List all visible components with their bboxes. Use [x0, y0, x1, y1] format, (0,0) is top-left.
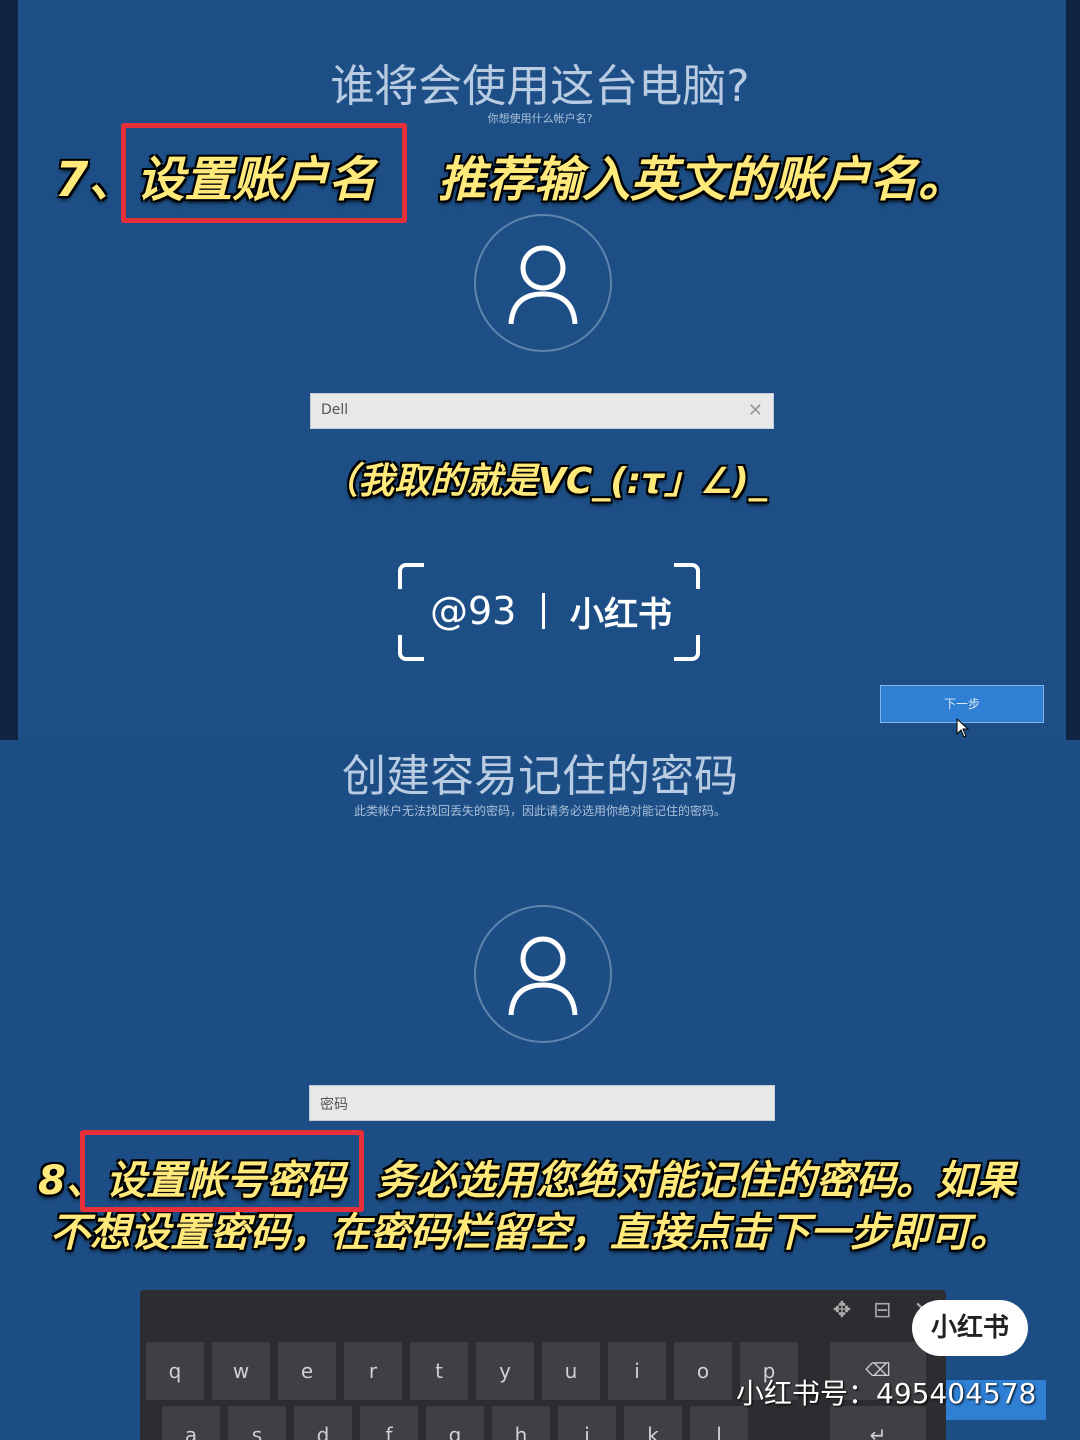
- step7-highlight-box: [121, 123, 407, 223]
- user-avatar: [474, 214, 612, 352]
- dock-icon[interactable]: ⊟: [873, 1298, 891, 1323]
- corner-bracket: [398, 563, 424, 589]
- user-icon: [508, 936, 578, 1016]
- watermark-divider: [542, 593, 545, 629]
- xiaohongshu-logo-badge: 小红书: [912, 1300, 1028, 1356]
- watermark: @93 小红书: [398, 563, 700, 661]
- corner-bracket: [674, 635, 700, 661]
- key-s[interactable]: s: [228, 1406, 286, 1440]
- key-f[interactable]: f: [360, 1406, 418, 1440]
- key-i[interactable]: i: [608, 1342, 666, 1400]
- username-input[interactable]: Dell ✕: [310, 393, 774, 429]
- step7-rest: 推荐输入英文的账户名。: [438, 152, 967, 208]
- username-value: Dell: [321, 402, 349, 418]
- password-input[interactable]: 密码: [309, 1085, 775, 1121]
- screen1-title: 谁将会使用这台电脑?: [330, 61, 750, 112]
- step8-highlight-box: [80, 1130, 364, 1212]
- password-placeholder: 密码: [320, 1097, 348, 1113]
- screen2-title: 创建容易记住的密码: [342, 751, 738, 802]
- key-a[interactable]: a: [162, 1406, 220, 1440]
- key-g[interactable]: g: [426, 1406, 484, 1440]
- key-e[interactable]: e: [278, 1342, 336, 1400]
- key-r[interactable]: r: [344, 1342, 402, 1400]
- screenshot-page: 谁将会使用这台电脑? 你想使用什么帐户名? 7、设置账户名 推荐输入英文的账户名…: [0, 0, 1080, 1440]
- note-caption: （我取的就是VC_(:τ」∠)_: [322, 461, 767, 502]
- key-t[interactable]: t: [410, 1342, 468, 1400]
- watermark-handle: @93: [430, 589, 517, 633]
- key-y[interactable]: y: [476, 1342, 534, 1400]
- user-icon: [508, 245, 578, 325]
- on-screen-keyboard: ✥ ⊟ ✕ q w e r t y u i o p ⌫ a s d f g h …: [140, 1290, 946, 1440]
- move-icon[interactable]: ✥: [833, 1298, 851, 1323]
- mouse-cursor-icon: [956, 718, 970, 738]
- key-k[interactable]: k: [624, 1406, 682, 1440]
- watermark-brand: 小红书: [570, 595, 672, 635]
- key-d[interactable]: d: [294, 1406, 352, 1440]
- key-j[interactable]: j: [558, 1406, 616, 1440]
- corner-bracket: [674, 563, 700, 589]
- key-q[interactable]: q: [146, 1342, 204, 1400]
- key-h[interactable]: h: [492, 1406, 550, 1440]
- screen2-subtitle: 此类帐户无法找回丢失的密码，因此请务必选用你绝对能记住的密码。: [353, 804, 726, 818]
- xiaohongshu-id: 小红书号：495404578: [736, 1377, 1037, 1410]
- step8-rest: 务必选用您绝对能记住的密码。如果: [375, 1158, 1016, 1204]
- key-u[interactable]: u: [542, 1342, 600, 1400]
- key-w[interactable]: w: [212, 1342, 270, 1400]
- user-avatar: [474, 905, 612, 1043]
- clear-icon[interactable]: ✕: [748, 400, 763, 421]
- key-o[interactable]: o: [674, 1342, 732, 1400]
- corner-bracket: [398, 635, 424, 661]
